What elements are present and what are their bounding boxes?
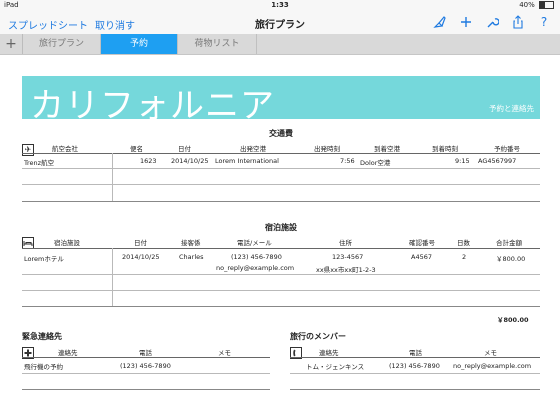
row-rule xyxy=(22,168,540,169)
lodging-column-divider xyxy=(112,248,113,306)
members-cell-memo[interactable]: no_reply@example.com xyxy=(453,362,531,370)
share-svg xyxy=(513,15,523,29)
transport-cell[interactable]: Lorem International xyxy=(215,157,279,165)
row-rule xyxy=(290,373,540,374)
members-header: 電話 xyxy=(409,349,422,357)
navigation-bar: スプレッドシート 取り消す 旅行プラン ? xyxy=(0,12,560,34)
row-rule xyxy=(22,389,270,390)
bed-svg xyxy=(23,241,33,246)
transport-cell[interactable]: 1623 xyxy=(140,157,157,165)
transport-header: 予約番号 xyxy=(494,145,520,153)
lodging-cell-agent[interactable]: Charles xyxy=(179,253,204,261)
members-cell-name[interactable]: トム・ジェンキンス xyxy=(306,361,364,371)
lodging-header: 確認番号 xyxy=(409,239,435,247)
tab-reservations[interactable]: 予約 xyxy=(101,34,178,54)
transport-title: 交通費 xyxy=(269,129,293,138)
row-rule xyxy=(22,201,540,202)
wrench-icon[interactable] xyxy=(485,15,500,29)
lodging-title: 宿泊施設 xyxy=(265,223,297,232)
emergency-cell-phone[interactable]: (123) 456-7890 xyxy=(120,362,171,370)
emergency-header-rule xyxy=(22,357,270,358)
transport-column-divider xyxy=(112,153,113,201)
row-rule xyxy=(22,373,270,374)
lodging-cell-nights[interactable]: 2 xyxy=(462,253,466,261)
lodging-header: 合計金額 xyxy=(496,239,522,247)
emergency-header: 電話 xyxy=(139,349,152,357)
emergency-header: メモ xyxy=(218,349,231,357)
lodging-cell-zip[interactable]: 123-4567 xyxy=(332,253,363,261)
transport-header: 航空会社 xyxy=(52,145,78,153)
battery-icon xyxy=(539,1,554,9)
tab-packing-list[interactable]: 荷物リスト xyxy=(178,34,257,54)
row-rule xyxy=(22,274,540,275)
help-icon[interactable]: ? xyxy=(537,15,551,29)
lodging-header: 日付 xyxy=(134,239,147,247)
banner-subtitle: 予約と連絡先 xyxy=(489,104,534,113)
add-svg xyxy=(461,17,471,27)
transport-cell[interactable]: AG4567997 xyxy=(478,157,516,165)
battery-percent: 40% xyxy=(519,1,535,9)
members-header-rule xyxy=(290,357,540,358)
clock: 1:33 xyxy=(271,1,289,9)
lodging-header: 住所 xyxy=(339,239,352,247)
members-header: 連絡先 xyxy=(319,349,339,357)
lodging-header: 日数 xyxy=(457,239,470,247)
lodging-cell-total[interactable]: ￥800.00 xyxy=(496,253,525,263)
lodging-cell-email[interactable]: no_reply@example.com xyxy=(216,264,294,272)
transport-cell[interactable]: 7:56 xyxy=(340,157,355,165)
members-cell-phone[interactable]: (123) 456-7890 xyxy=(389,362,440,370)
lodging-header: 宿泊施設 xyxy=(54,239,80,247)
emergency-header: 連絡先 xyxy=(58,349,78,357)
lodging-grand-total: ￥800.00 xyxy=(497,316,529,324)
lodging-header: 接客係 xyxy=(181,239,201,247)
transport-cell[interactable]: Trenz航空 xyxy=(24,157,54,167)
airplane-icon: ✈ xyxy=(22,144,34,156)
add-sheet-button[interactable]: + xyxy=(0,34,23,54)
wrench-svg xyxy=(487,18,500,28)
sheet-tab-bar: + 旅行プラン 予約 荷物リスト xyxy=(0,34,560,55)
tab-travel-plan[interactable]: 旅行プラン xyxy=(23,34,101,54)
transport-header: 便名 xyxy=(130,145,143,153)
members-title: 旅行のメンバー xyxy=(290,332,346,341)
lodging-cell-date[interactable]: 2014/10/25 xyxy=(122,253,159,261)
banner-title: カリフォルニア xyxy=(30,86,275,126)
share-icon[interactable] xyxy=(511,15,525,29)
status-bar: iPad 1:33 40% xyxy=(0,0,560,12)
document-title: 旅行プラン xyxy=(255,20,305,31)
paintbrush-svg xyxy=(433,16,446,28)
emergency-cell-contact[interactable]: 飛行機の予約 xyxy=(24,361,63,371)
transport-cell[interactable]: 9:15 xyxy=(455,157,470,165)
row-rule xyxy=(22,306,540,307)
row-rule xyxy=(22,184,540,185)
transport-header: 到着空港 xyxy=(374,145,400,153)
lodging-header: 電話/メール xyxy=(237,239,272,247)
add-icon[interactable] xyxy=(459,15,473,29)
battery-indicator: 40% xyxy=(519,1,554,9)
row-rule xyxy=(290,389,540,390)
emergency-title: 緊急連絡先 xyxy=(22,332,62,341)
transport-header: 日付 xyxy=(178,145,191,153)
lodging-header-rule xyxy=(22,248,540,249)
transport-header: 到着時刻 xyxy=(432,145,458,153)
transport-header: 出発空港 xyxy=(240,145,266,153)
lodging-cell-name[interactable]: Loremホテル xyxy=(24,253,64,263)
paintbrush-icon[interactable] xyxy=(433,15,447,29)
banner: カリフォルニア 予約と連絡先 xyxy=(22,76,540,126)
lodging-cell-address[interactable]: xx県xx市xx町1-2-3 xyxy=(316,264,376,274)
transport-cell[interactable]: 2014/10/25 xyxy=(171,157,208,165)
lodging-cell-confirmation[interactable]: A4567 xyxy=(411,253,432,261)
transport-cell[interactable]: Dolor空港 xyxy=(360,157,390,167)
members-header: メモ xyxy=(484,349,497,357)
transport-header: 出発時刻 xyxy=(314,145,340,153)
lodging-cell-phone[interactable]: (123) 456-7890 xyxy=(231,253,282,261)
transport-header-rule xyxy=(22,153,540,154)
row-rule xyxy=(22,290,540,291)
